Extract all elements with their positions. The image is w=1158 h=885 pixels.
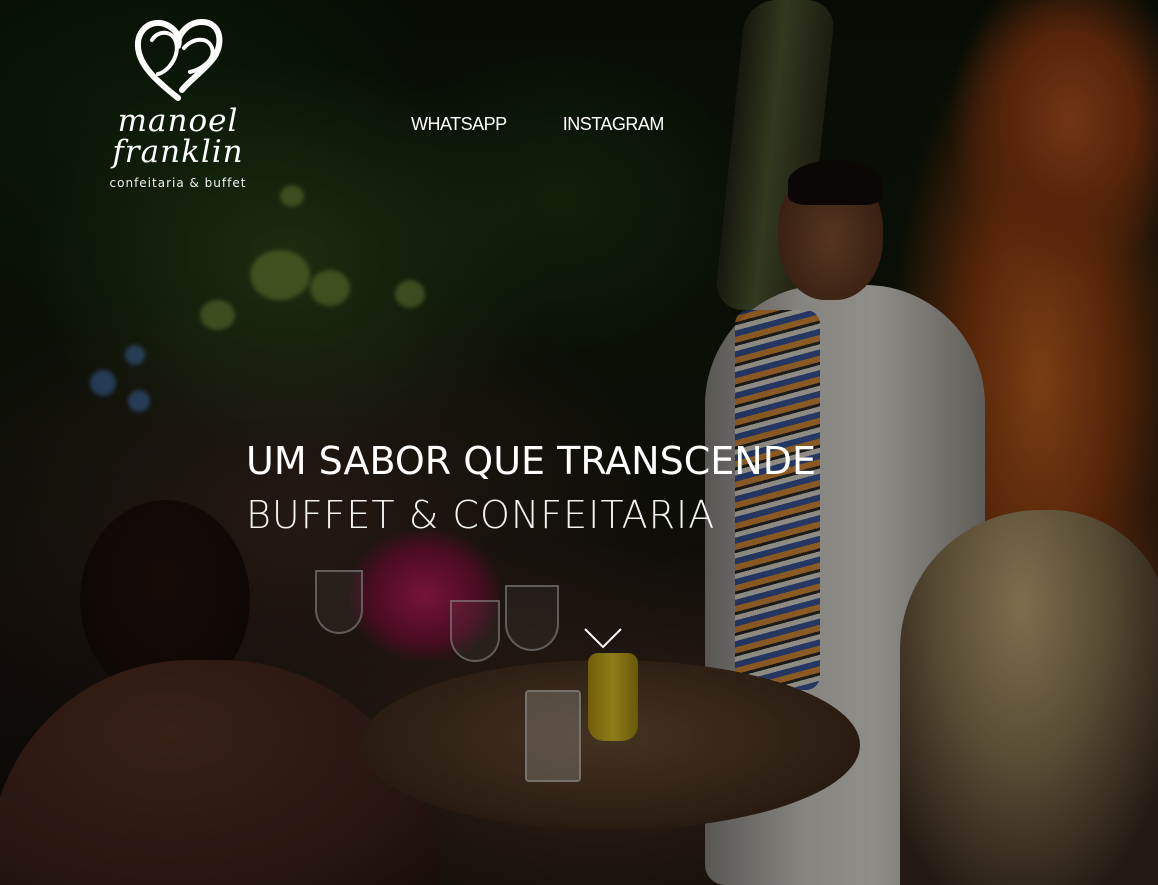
hero-subheadline: BUFFET & CONFEITARIA — [246, 493, 716, 537]
logo-subtitle: confeitaria & buffet — [109, 176, 247, 190]
nav-link-instagram[interactable]: INSTAGRAM — [563, 114, 665, 135]
scroll-down-button[interactable] — [583, 626, 623, 650]
top-navigation: WHATSAPP INSTAGRAM — [411, 114, 664, 135]
hero-headline-block: UM SABOR QUE TRANSCENDE BUFFET & CONFEIT… — [246, 436, 866, 544]
brand-logo[interactable]: manoel franklin confeitaria & buffet — [58, 12, 298, 190]
nav-link-whatsapp[interactable]: WHATSAPP — [411, 114, 507, 135]
logo-wordmark: manoel franklin — [112, 103, 244, 170]
heart-logo-icon — [134, 19, 223, 101]
hero-headline: UM SABOR QUE TRANSCENDE — [246, 439, 816, 483]
hero-section: manoel franklin confeitaria & buffet WHA… — [0, 0, 1158, 885]
chevron-down-icon — [584, 628, 622, 649]
